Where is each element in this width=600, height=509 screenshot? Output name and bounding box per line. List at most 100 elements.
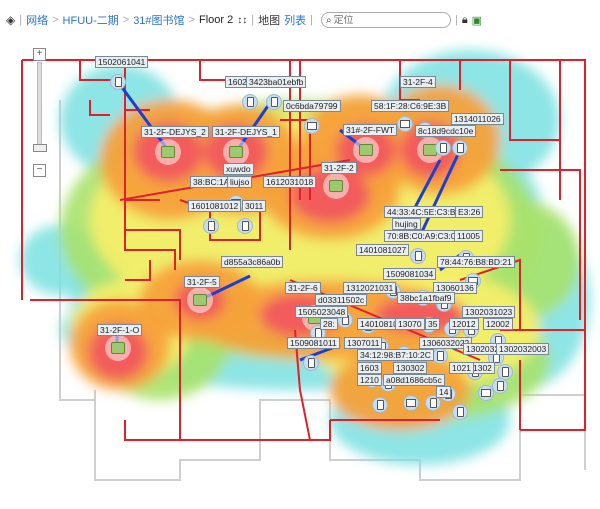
client-phone[interactable] (410, 248, 426, 264)
client-label[interactable]: 130302 (393, 362, 428, 374)
access-point-icon (111, 342, 125, 354)
client-label[interactable]: a08d1686cb5c (383, 374, 445, 386)
client-label[interactable]: 11005 (454, 230, 484, 242)
access-point-icon (359, 144, 373, 156)
ap-label[interactable]: 31-2F-2 (321, 162, 357, 174)
client-label[interactable]: 13070 (395, 318, 425, 330)
client-label[interactable]: 58:1F:28:C6:9E:3B (371, 100, 450, 112)
client-label[interactable]: 1314011026 (451, 113, 504, 125)
client-label[interactable]: 1601081012 (188, 200, 242, 212)
phone-icon (307, 358, 315, 368)
ap-label[interactable]: 31-2F-1-O (97, 324, 143, 336)
breadcrumb-building[interactable]: 31#图书馆 (133, 12, 184, 28)
toolbar: ◈ | 网络 > HFUU-二期 > 31#图书馆 > Floor 2 ↕↕ |… (0, 0, 600, 40)
phone-icon (501, 367, 509, 377)
floor-map[interactable]: + − 31-2F-DEJYS_2 31-2F-DEJYS_1 31#-2F-FWT… (0, 40, 600, 509)
client-label[interactable]: 1502061041 (95, 56, 149, 68)
client-label[interactable]: E3:26 (455, 206, 484, 218)
breadcrumb-network[interactable]: 网络 (26, 12, 48, 28)
client-label[interactable]: 1210 (357, 374, 382, 386)
access-point[interactable] (105, 335, 131, 361)
access-point-icon (193, 294, 207, 306)
access-point[interactable] (353, 137, 379, 163)
client-label[interactable]: 78:44:76:B8:BD:21 (437, 256, 515, 268)
wall (124, 420, 331, 441)
map-view-button[interactable]: 地图 (258, 12, 280, 28)
ap-label[interactable]: 31#-2F-FWT (343, 124, 398, 136)
client-label[interactable]: 1312021031 (343, 282, 397, 294)
client-label[interactable]: hujing (392, 218, 421, 230)
client-label[interactable]: 3011 (242, 200, 267, 212)
client-phone[interactable] (303, 355, 319, 371)
export-icon[interactable]: ▣ (472, 14, 482, 27)
phone-icon (456, 143, 464, 153)
client-label[interactable]: 14 (436, 386, 452, 398)
client-label[interactable]: 1307011 (344, 337, 383, 349)
client-label[interactable]: 12012 (449, 318, 479, 330)
client-laptop[interactable] (397, 116, 413, 132)
ap-label[interactable]: 31-2F-4 (400, 76, 436, 88)
client-label[interactable]: 70:8B:C0:A9:C3:0C (384, 230, 465, 242)
client-phone[interactable] (242, 94, 258, 110)
zoom-out-button[interactable]: − (33, 164, 46, 177)
client-label[interactable]: 3423ba01ebfb (246, 76, 307, 88)
access-point[interactable] (323, 173, 349, 199)
client-label[interactable]: 1612031018 (263, 176, 317, 188)
phone-icon (246, 97, 254, 107)
client-label[interactable]: 28: (320, 318, 338, 330)
client-label[interactable]: 38bc1a1fbaf9 (397, 292, 455, 304)
access-point[interactable] (155, 139, 181, 165)
client-phone[interactable] (266, 94, 282, 110)
client-phone[interactable] (432, 348, 448, 364)
client-label[interactable]: 0c6bda79799 (283, 100, 341, 112)
client-label[interactable]: 1021 (449, 362, 474, 374)
client-phone[interactable] (435, 140, 451, 156)
client-label[interactable]: 44:33:4C:5E:C3:B9 (384, 206, 464, 218)
access-point[interactable] (223, 139, 249, 165)
list-view-button[interactable]: 列表 (284, 12, 306, 28)
client-label[interactable]: 1509081034 (383, 268, 437, 280)
client-phone[interactable] (452, 140, 468, 156)
client-label[interactable]: 8c18d9cdc10e (415, 125, 477, 137)
client-phone[interactable] (492, 378, 508, 394)
client-label[interactable]: 1401081027 (356, 244, 410, 256)
client-phone[interactable] (372, 397, 388, 413)
client-label[interactable]: 1302032003 (496, 343, 550, 355)
access-point[interactable] (187, 287, 213, 313)
access-point-icon (229, 146, 243, 158)
ap-label[interactable]: 31-2F-5 (184, 276, 220, 288)
ap-label[interactable]: 31-2F-DEJYS_1 (212, 126, 280, 138)
client-label[interactable]: 12002 (483, 318, 513, 330)
client-phone[interactable] (203, 218, 219, 234)
client-phone[interactable] (452, 404, 468, 420)
locate-input[interactable] (331, 14, 436, 26)
zoom-slider-track[interactable] (37, 62, 42, 152)
zoom-slider-handle[interactable] (33, 144, 47, 152)
client-label[interactable]: liujso (227, 176, 253, 188)
ap-label[interactable]: 31-2F-DEJYS_2 (141, 126, 209, 138)
zoom-in-button[interactable]: + (33, 48, 46, 61)
locate-search-box[interactable]: ⌕ (320, 12, 451, 28)
client-label[interactable]: 1509081011 (287, 337, 340, 349)
ap-label[interactable]: 31-2F-6 (285, 282, 321, 294)
client-label[interactable]: 1505023048 (295, 306, 349, 318)
client-phone[interactable] (110, 74, 126, 90)
client-laptop[interactable] (304, 118, 320, 134)
breadcrumb-floor: Floor 2 (198, 14, 234, 26)
client-label[interactable]: d855a3c86a0b (221, 256, 284, 268)
client-label[interactable]: 1302031023 (462, 306, 516, 318)
phone-icon (114, 77, 122, 87)
breadcrumb-campus[interactable]: HFUU-二期 (63, 12, 119, 28)
client-label[interactable]: 35 (425, 318, 441, 330)
phone-icon (436, 351, 444, 361)
client-label[interactable]: xuwdo (223, 163, 254, 175)
client-label[interactable]: d03311502c (315, 294, 368, 306)
lock-icon[interactable]: 🔒︎ (462, 14, 468, 27)
client-label[interactable]: 1603 (357, 362, 382, 374)
client-laptop[interactable] (478, 385, 494, 401)
client-laptop[interactable] (403, 395, 419, 411)
client-phone[interactable] (237, 218, 253, 234)
sort-arrows-icon[interactable]: ↕↕ (237, 15, 247, 26)
client-label[interactable]: 34:12:98:B7:10:2C (357, 349, 434, 361)
layers-icon[interactable]: ◈ (6, 13, 15, 27)
